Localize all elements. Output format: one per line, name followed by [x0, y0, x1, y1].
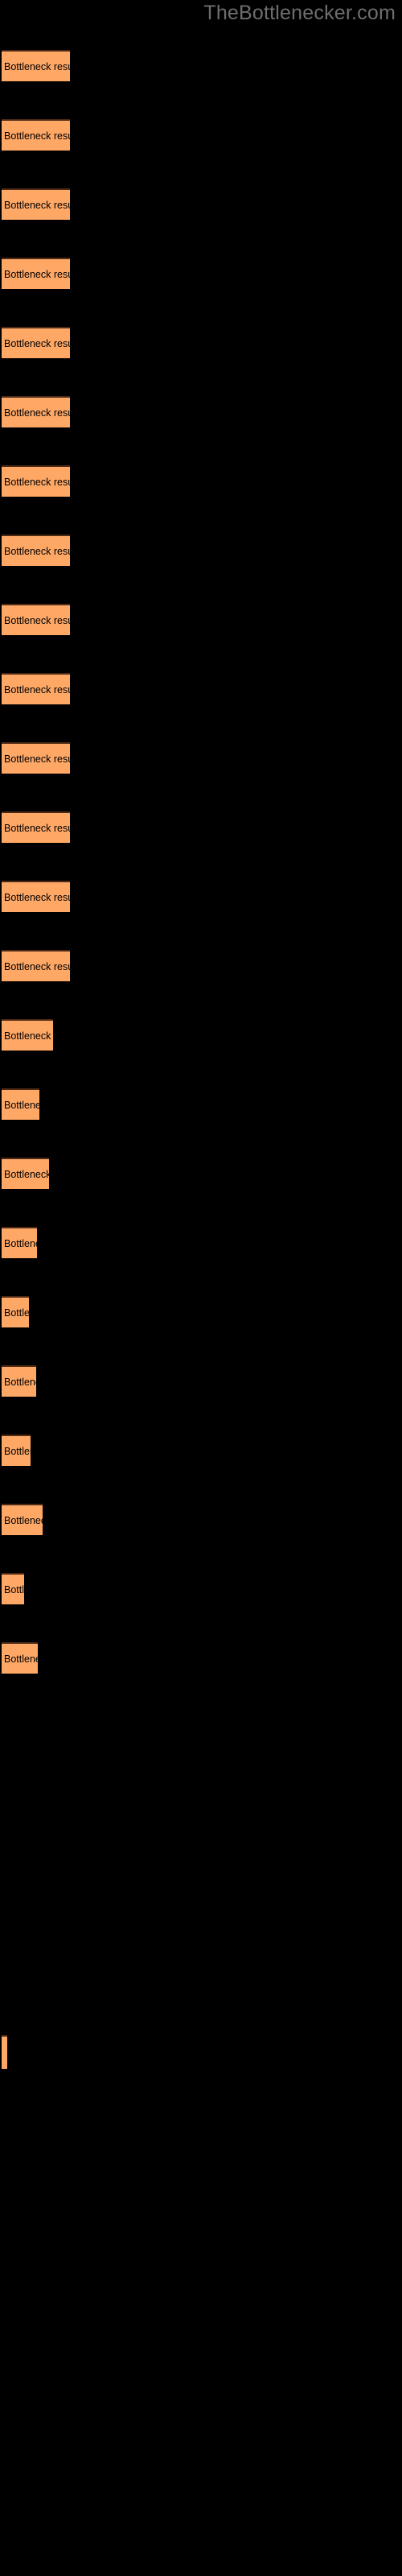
bar-label: Bottleneck result [4, 199, 70, 211]
bar-7[interactable]: Bottleneck result [2, 465, 70, 497]
bar-1[interactable]: Bottleneck result [2, 50, 70, 81]
bar-16[interactable]: Bottleneck result [2, 1088, 39, 1120]
bar-label: Bottleneck result [4, 1514, 43, 1526]
bar-label: Bottleneck result [4, 753, 70, 765]
bar-label: Bottleneck result [4, 960, 70, 972]
bar-22[interactable]: Bottleneck result [2, 1504, 43, 1535]
bar-3[interactable]: Bottleneck result [2, 188, 70, 220]
bar-label: Bottleneck result [4, 1030, 53, 1042]
bar-25[interactable] [2, 2035, 7, 2069]
bar-label: Bottleneck result [4, 1653, 38, 1665]
bar-label: Bottleneck result [4, 1583, 24, 1596]
bar-label: Bottleneck result [4, 60, 70, 72]
bar-label: Bottleneck result [4, 407, 70, 419]
bar-24[interactable]: Bottleneck result [2, 1642, 38, 1674]
bar-label: Bottleneck result [4, 1445, 31, 1457]
bar-label: Bottleneck result [4, 822, 70, 834]
bars-layer: Bottleneck result Bottleneck result Bottle… [0, 0, 402, 2576]
bar-8[interactable]: Bottleneck result [2, 535, 70, 566]
bar-label: Bottleneck result [4, 614, 70, 626]
bar-17[interactable]: Bottleneck result [2, 1158, 49, 1189]
bar-label: Bottleneck result [4, 683, 70, 696]
bar-6[interactable]: Bottleneck result [2, 396, 70, 427]
bottleneck-bar-chart: TheBottlenecker.com Bottleneck resultBot… [0, 0, 402, 2576]
axis-tick-mark [7, 2046, 9, 2064]
bar-label: Bottleneck result [4, 337, 70, 349]
bar-label: Bottleneck result [4, 268, 70, 280]
bar-2[interactable]: Bottleneck result [2, 119, 70, 151]
bar-5[interactable]: Bottleneck result [2, 327, 70, 358]
bar-label: Bottleneck result [4, 130, 70, 142]
bar-9[interactable]: Bottleneck result [2, 604, 70, 635]
bar-23[interactable]: Bottleneck result [2, 1573, 24, 1604]
bar-12[interactable]: Bottleneck result [2, 811, 70, 843]
bar-14[interactable]: Bottleneck result [2, 950, 70, 981]
bar-label: Bottleneck result [4, 1307, 29, 1319]
bar-11[interactable]: Bottleneck result [2, 742, 70, 774]
bar-10[interactable]: Bottleneck result [2, 673, 70, 704]
bar-label: Bottleneck result [4, 1099, 39, 1111]
bar-label: Bottleneck result [4, 545, 70, 557]
bar-label: Bottleneck result [4, 891, 70, 903]
bar-label: Bottleneck result [4, 476, 70, 488]
bar-18[interactable]: Bottleneck result [2, 1227, 37, 1258]
bar-21[interactable]: Bottleneck result [2, 1435, 31, 1466]
bar-4[interactable]: Bottleneck result [2, 258, 70, 289]
bar-13[interactable]: Bottleneck result [2, 881, 70, 912]
bar-label: Bottleneck result [4, 1237, 37, 1249]
bar-20[interactable]: Bottleneck result [2, 1365, 36, 1397]
bar-label: Bottleneck result [4, 1376, 36, 1388]
bar-19[interactable]: Bottleneck result [2, 1296, 29, 1327]
bar-15[interactable]: Bottleneck result [2, 1019, 53, 1051]
bar-label: Bottleneck result [4, 1168, 49, 1180]
